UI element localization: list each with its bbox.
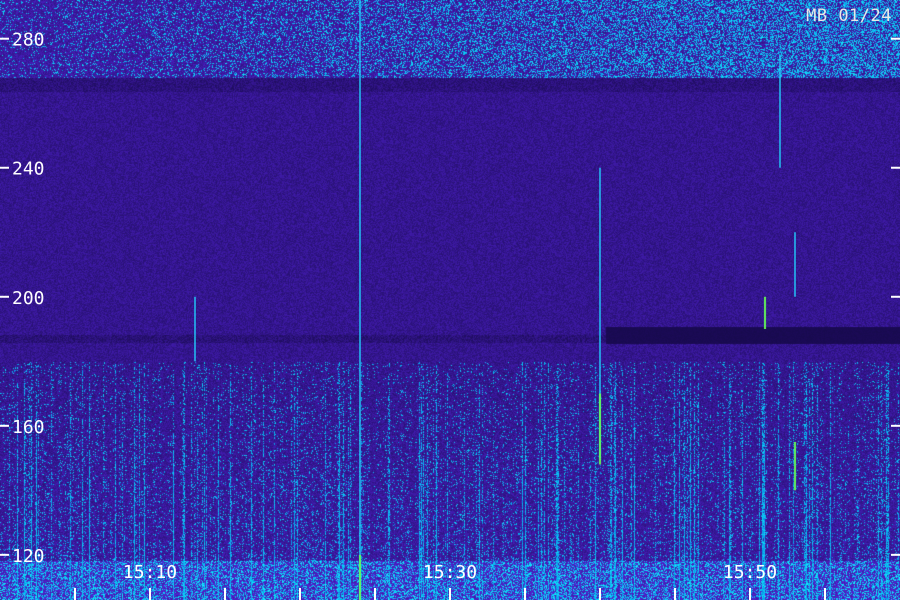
y-tick-label: 120 — [12, 546, 45, 567]
y-tick-label: 240 — [12, 159, 45, 180]
corner-label: MB 01/24 — [806, 6, 892, 26]
y-tick-label: 160 — [12, 417, 45, 438]
y-tick-label: 200 — [12, 288, 45, 309]
x-tick-label: 15:30 — [423, 562, 477, 583]
axis-overlay: 280 240 200 160 120 15:10 15:30 15:50 — [0, 0, 900, 600]
x-tick-label: 15:10 — [123, 562, 177, 583]
x-tick-label: 15:50 — [723, 562, 777, 583]
y-tick-label: 280 — [12, 30, 45, 51]
spectrogram-plot: 280 240 200 160 120 15:10 15:30 15:50 MB 01/24 — [0, 0, 900, 600]
